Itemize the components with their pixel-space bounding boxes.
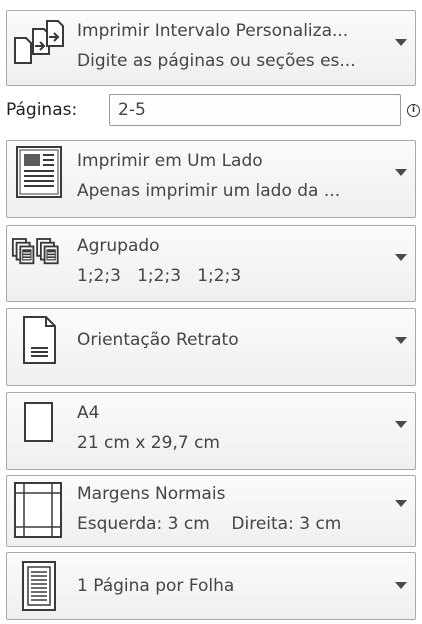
chevron-down-icon — [395, 337, 407, 344]
chevron-down-icon — [395, 39, 407, 46]
print-range-subtitle: Digite as páginas ou seções es... — [77, 51, 356, 71]
one-sided-print-icon — [11, 145, 67, 198]
margins-subtitle: Esquerda: 3 cm Direita: 3 cm — [77, 514, 342, 534]
paper-size-title: A4 — [77, 403, 100, 423]
print-sides-subtitle: Apenas imprimir um lado da ... — [77, 181, 341, 201]
collate-subtitle: 1;2;3 1;2;3 1;2;3 — [77, 266, 242, 286]
collate-dropdown[interactable]: Agrupado 1;2;3 1;2;3 1;2;3 — [6, 225, 416, 302]
portrait-page-icon — [11, 313, 67, 366]
orientation-dropdown[interactable]: Orientação Retrato — [6, 308, 416, 386]
margins-dropdown[interactable]: Margens Normais Esquerda: 3 cm Direita: … — [6, 475, 416, 547]
pages-row: Páginas: i — [0, 94, 422, 128]
orientation-title: Orientação Retrato — [77, 330, 239, 350]
pages-label: Páginas: — [6, 100, 78, 120]
paper-size-subtitle: 21 cm x 29,7 cm — [77, 433, 220, 453]
chevron-down-icon — [395, 421, 407, 428]
pages-input[interactable] — [109, 94, 401, 126]
collated-pages-icon — [11, 230, 67, 283]
print-sides-title: Imprimir em Um Lado — [77, 151, 263, 171]
chevron-down-icon — [395, 582, 407, 589]
info-icon[interactable]: i — [407, 104, 420, 117]
margins-title: Margens Normais — [77, 484, 226, 504]
print-range-title: Imprimir Intervalo Personaliza... — [77, 21, 349, 41]
pages-per-sheet-dropdown[interactable]: 1 Página por Folha — [6, 552, 416, 620]
one-page-per-sheet-icon — [11, 556, 67, 616]
print-range-dropdown[interactable]: Imprimir Intervalo Personaliza... Digite… — [6, 10, 416, 86]
print-sides-dropdown[interactable]: Imprimir em Um Lado Apenas imprimir um l… — [6, 140, 416, 218]
collate-title: Agrupado — [77, 236, 160, 256]
custom-range-pages-icon — [11, 15, 67, 68]
chevron-down-icon — [395, 254, 407, 261]
chevron-down-icon — [395, 500, 407, 507]
normal-margins-icon — [11, 480, 67, 540]
paper-size-dropdown[interactable]: A4 21 cm x 29,7 cm — [6, 392, 416, 470]
pages-per-sheet-title: 1 Página por Folha — [77, 576, 235, 596]
paper-size-icon — [11, 397, 67, 450]
chevron-down-icon — [395, 169, 407, 176]
